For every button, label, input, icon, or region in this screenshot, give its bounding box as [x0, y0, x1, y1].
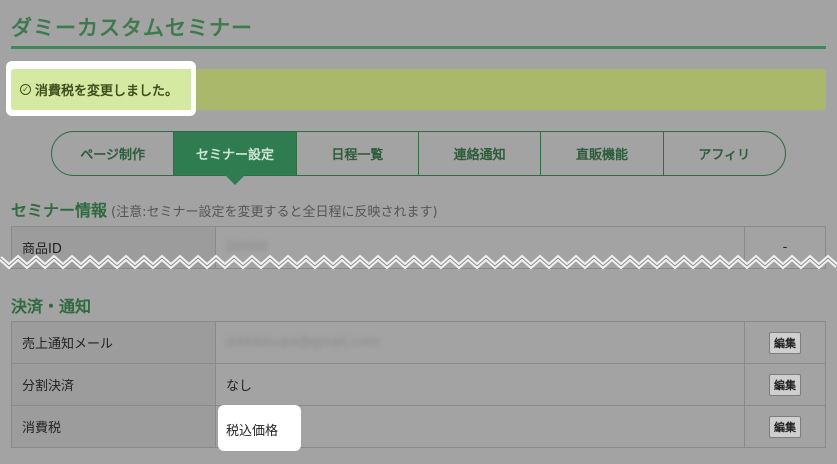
payment-title: 決済・通知	[11, 297, 92, 316]
table-row: 分割決済 なし 編集	[11, 363, 826, 406]
section-cut-divider	[0, 254, 837, 270]
consumption-tax-value: 税込価格	[226, 424, 279, 439]
tab-notifications[interactable]: 連絡通知	[419, 132, 542, 175]
row-label-sales-mail: 売上通知メール	[11, 321, 216, 364]
tab-schedule-list[interactable]: 日程一覧	[297, 132, 419, 175]
table-row: 消費税 編集	[11, 405, 826, 448]
edit-consumption-tax-button[interactable]: 編集	[769, 415, 801, 438]
title-divider	[11, 46, 826, 49]
tab-page-creation[interactable]: ページ制作	[52, 132, 175, 175]
consumption-tax-highlight: 税込価格	[218, 405, 301, 451]
row-label-installment: 分割決済	[11, 363, 216, 406]
flash-message: ✓ 消費税を変更しました。	[11, 69, 191, 110]
payment-heading: 決済・通知	[11, 293, 91, 317]
sales-mail-value: dddddsupa@gmail.com	[226, 335, 380, 350]
installment-value: なし	[215, 363, 745, 406]
tab-seminar-settings[interactable]: セミナー設定	[174, 132, 297, 185]
tab-direct-sales[interactable]: 直販機能	[541, 132, 664, 175]
tab-bar: ページ制作 セミナー設定 日程一覧 連絡通知 直販機能 アフィリ	[51, 131, 786, 185]
edit-sales-mail-button[interactable]: 編集	[769, 331, 801, 354]
flash-text: 消費税を変更しました。	[35, 84, 179, 99]
edit-installment-button[interactable]: 編集	[769, 373, 801, 396]
payment-table: 売上通知メール dddddsupa@gmail.com 編集 分割決済 なし 編…	[11, 321, 826, 448]
seminar-info-note: (注意:セミナー設定を変更すると全日程に反映されます)	[111, 205, 438, 220]
table-row: 売上通知メール dddddsupa@gmail.com 編集	[11, 321, 826, 364]
tab-affiliate[interactable]: アフィリ	[664, 132, 785, 175]
seminar-info-title: セミナー情報	[11, 201, 108, 220]
page-title: ダミーカスタムセミナー	[11, 16, 253, 40]
seminar-info-heading: セミナー情報 (注意:セミナー設定を変更すると全日程に反映されます)	[11, 197, 438, 221]
row-label-consumption-tax: 消費税	[11, 405, 216, 448]
check-circle-icon: ✓	[20, 84, 31, 95]
